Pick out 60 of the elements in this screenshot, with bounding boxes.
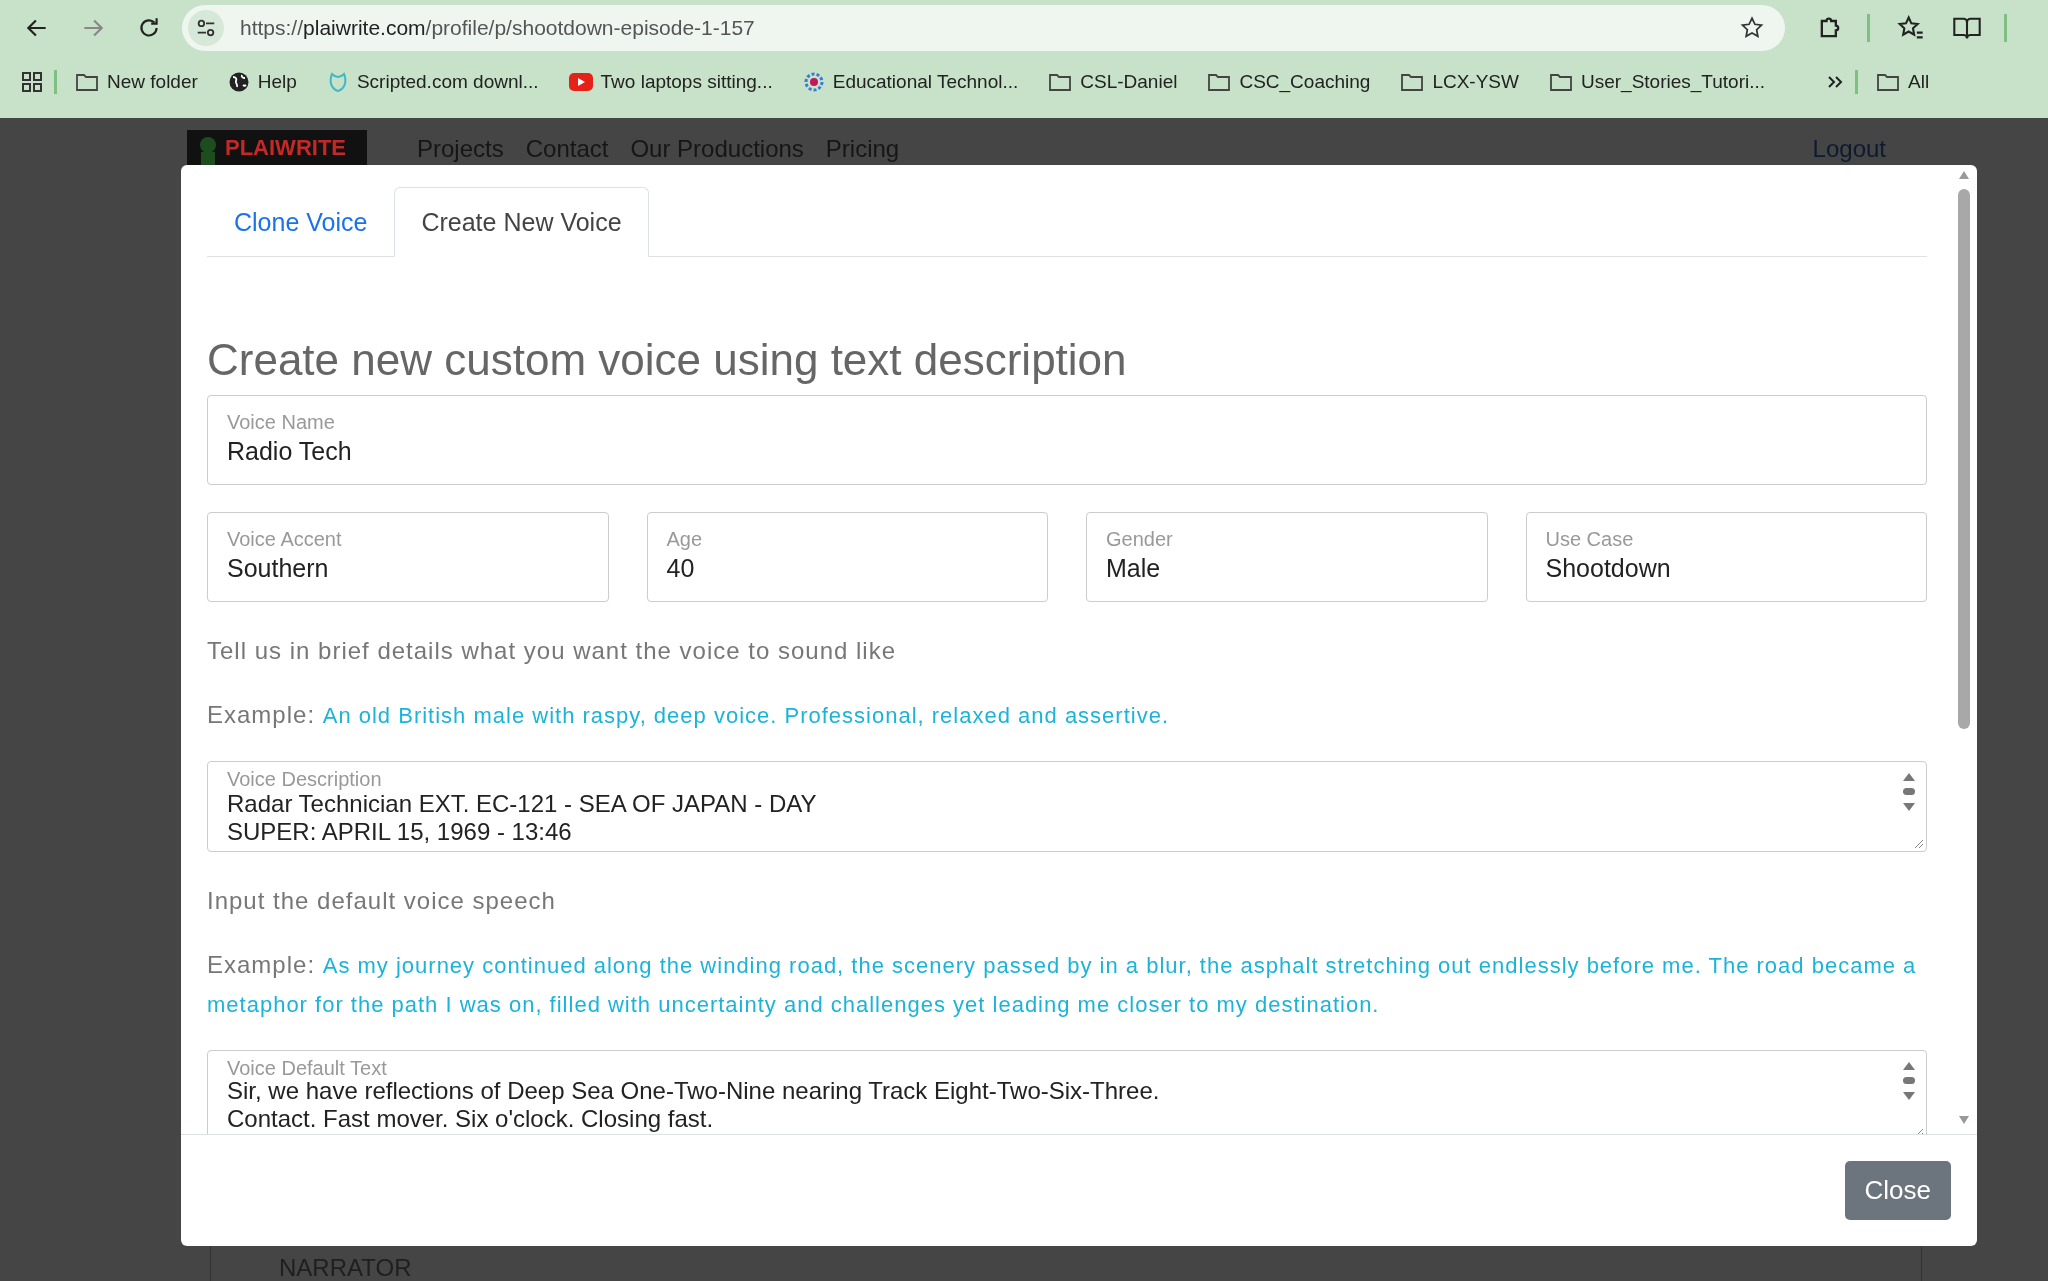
bookmark-star-icon[interactable] — [1739, 15, 1765, 41]
text-field[interactable]: Voice Accent Southern — [207, 512, 609, 602]
text-field[interactable]: Age 40 — [646, 512, 1048, 602]
field-label: Age — [666, 527, 704, 551]
folder-icon — [1207, 72, 1232, 92]
url-text: https://plaiwrite.com/profile/p/shootdown-episode-1-157 — [240, 16, 756, 40]
helper-text: Input the default voice speech — [207, 886, 557, 916]
close-button[interactable]: Close — [1844, 1161, 1951, 1220]
bookmark-link[interactable]: User_Stories_Tutori... — [1580, 71, 1766, 93]
site-settings-icon[interactable] — [188, 10, 224, 46]
field-value: 40 — [666, 553, 696, 584]
bookmark-link[interactable]: CSC_Coaching — [1239, 71, 1371, 93]
text-line: SUPER: APRIL 15, 1969 - 13:46 — [227, 818, 573, 846]
scroll-up-icon[interactable] — [1957, 169, 1971, 181]
folder-icon — [75, 72, 99, 92]
text-field[interactable]: Gender Male — [1086, 512, 1488, 602]
folder-icon — [1876, 72, 1901, 92]
folder-icon — [1548, 72, 1573, 92]
video-play-icon — [568, 73, 593, 91]
folder-icon — [1048, 72, 1073, 92]
text-field[interactable]: Voice Name Radio Tech — [207, 395, 1927, 485]
address-bar[interactable]: https://plaiwrite.com/profile/p/shootdown-episode-1-157 — [182, 5, 1785, 51]
gear-icon — [802, 71, 825, 93]
field-label: Voice Default Text — [227, 1057, 388, 1079]
field-value: Radio Tech — [227, 436, 353, 467]
field-value: Male — [1106, 553, 1162, 584]
field-value: Shootdown — [1545, 553, 1672, 584]
globe-icon — [227, 71, 250, 93]
bookmark-link[interactable]: New folder — [107, 71, 198, 93]
scroll-arrows-icon[interactable] — [1902, 772, 1916, 812]
tab[interactable]: Create New Voice — [394, 187, 649, 257]
bookmark-link[interactable]: Educational Technol... — [832, 71, 1019, 93]
bookmark-link[interactable]: Two laptops sitting... — [600, 71, 773, 93]
text-area[interactable]: Voice Default Text Sir, we have reflections of Deep Sea One-Two-Nine nearing Track Eight-Two-Six-Three. Contact. Fast mover. Six o'clock. Closing fast. — [207, 1050, 1927, 1134]
text-line: Radar Technician EXT. EC-121 - SEA OF JAPAN - DAY — [227, 790, 818, 818]
bookmark-link[interactable]: Help — [257, 71, 297, 93]
example-text: Example: As my journey continued along the winding road, the scenery passed by in a blur, the asphalt stretching out endlessly before me. The road became a metaphor for the path I was on, filled with uncertainty and challenges yet leading me closer to my destination. — [207, 950, 1918, 1019]
resize-grip-icon[interactable] — [1912, 837, 1924, 849]
text-area[interactable]: Voice Description Radar Technician EXT. EC-121 - SEA OF JAPAN - DAY SUPER: APRIL 15, 1969 - 13:46 — [207, 761, 1927, 852]
dialog-heading: Create new custom voice using text description — [207, 335, 1128, 385]
text-line: Sir, we have reflections of Deep Sea One-Two-Nine nearing Track Eight-Two-Six-Three. — [227, 1077, 1161, 1105]
folder-icon — [1400, 72, 1425, 92]
scroll-down-icon[interactable] — [1957, 1114, 1971, 1126]
field-label: Gender — [1106, 527, 1174, 551]
bookmark-link[interactable]: LCX-YSW — [1432, 71, 1519, 93]
helper-text: Tell us in brief details what you want the voice to sound like — [207, 636, 897, 666]
field-label: Voice Description — [227, 768, 383, 790]
example-text: Example: An old British male with raspy, deep voice. Professional, relaxed and assertive. — [207, 700, 1171, 730]
tab[interactable]: Clone Voice — [207, 187, 395, 257]
bookmarks-folder-link[interactable]: All — [1908, 71, 1930, 93]
bookmark-link[interactable]: CSL-Daniel — [1080, 71, 1178, 93]
bookmark-link[interactable]: Scripted.com downl... — [356, 71, 539, 93]
apps-grid-icon[interactable] — [20, 70, 44, 94]
scroll-arrows-icon[interactable] — [1902, 1061, 1916, 1101]
text-field[interactable]: Use Case Shootdown — [1525, 512, 1927, 602]
field-value: Southern — [227, 553, 330, 584]
field-label: Voice Name — [227, 410, 336, 434]
text-line: Contact. Fast mover. Six o'clock. Closing fast. — [227, 1105, 715, 1133]
field-label: Use Case — [1545, 527, 1635, 551]
field-label: Voice Accent — [227, 527, 343, 551]
